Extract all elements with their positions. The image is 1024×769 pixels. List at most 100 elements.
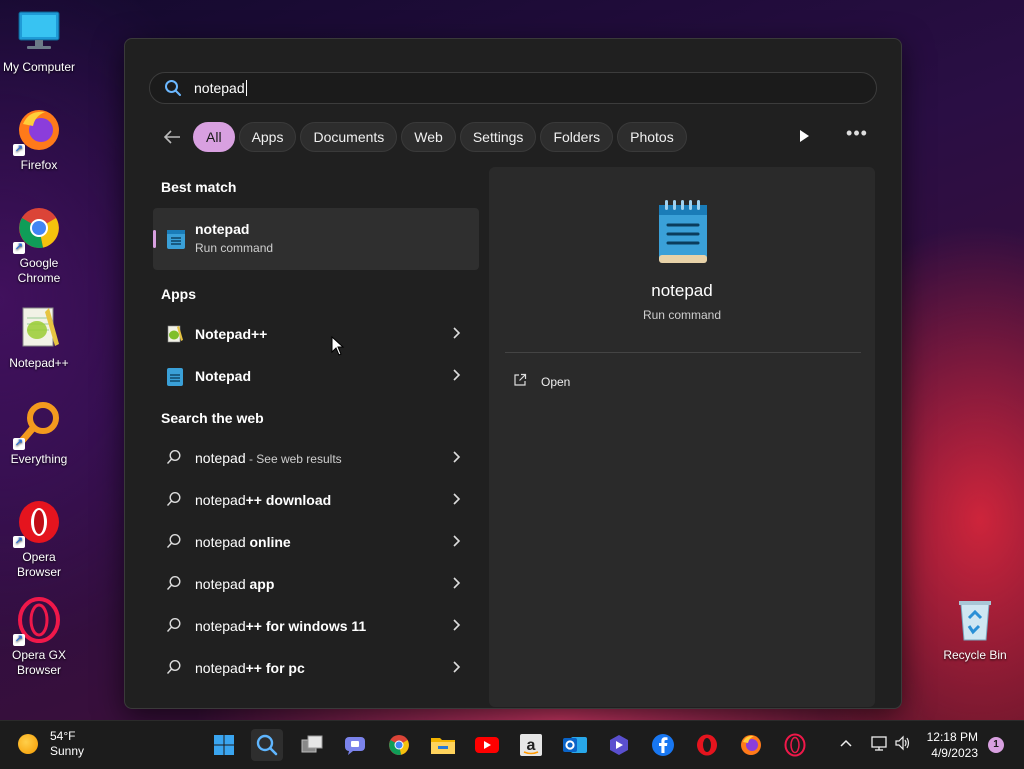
filter-chip-web[interactable]: Web <box>401 122 456 152</box>
filter-chip-documents[interactable]: Documents <box>300 122 398 152</box>
search-icon <box>164 79 182 102</box>
best-match-result[interactable]: notepad Run command <box>153 208 479 270</box>
web-result[interactable]: notepad++ for windows 11 <box>153 606 479 646</box>
volume-icon[interactable] <box>894 735 912 754</box>
web-result-completion: ++ download <box>245 492 332 508</box>
notepad-plus-plus-icon <box>15 304 63 352</box>
open-action[interactable]: Open <box>513 373 570 390</box>
search-icon[interactable] <box>251 729 283 761</box>
apps-heading: Apps <box>161 286 196 302</box>
chevron-right-icon[interactable] <box>451 368 461 387</box>
chevron-right-icon[interactable] <box>451 450 461 469</box>
preview-title: notepad <box>651 281 713 300</box>
clipchamp-icon[interactable] <box>603 729 635 761</box>
play-icon[interactable] <box>793 125 815 147</box>
recycle-bin-icon <box>951 596 999 644</box>
clock-time: 12:18 PM <box>926 730 978 744</box>
desktop-icon-recycle-bin[interactable]: Recycle Bin <box>937 596 1013 663</box>
filter-chip-photos[interactable]: Photos <box>617 122 687 152</box>
desktop-icon-opera-gx-browser[interactable]: ↗ Opera GX Browser <box>1 596 77 678</box>
outlook-icon[interactable] <box>559 729 591 761</box>
filter-chip-folders[interactable]: Folders <box>540 122 614 152</box>
facebook-icon[interactable] <box>647 729 679 761</box>
web-result[interactable]: notepad++ for pc <box>153 648 479 688</box>
search-icon <box>166 491 182 512</box>
filter-chip-all[interactable]: All <box>193 122 235 152</box>
sun-icon <box>18 734 38 754</box>
web-result[interactable]: notepad - See web results <box>153 438 479 478</box>
desktop-icon-firefox[interactable]: ↗ Firefox <box>1 106 77 173</box>
chevron-right-icon[interactable] <box>451 618 461 637</box>
notepad-plus-plus-icon <box>166 325 184 348</box>
chevron-right-icon[interactable] <box>451 326 461 345</box>
web-result-completion: online <box>245 534 291 550</box>
weather-temperature: 54°F <box>50 729 76 743</box>
firefox-icon[interactable] <box>735 729 767 761</box>
search-query-text: notepad <box>194 80 245 96</box>
chevron-right-icon[interactable] <box>451 576 461 595</box>
firefox-icon: ↗ <box>13 106 63 156</box>
weather-description: Sunny <box>50 744 85 758</box>
best-match-heading: Best match <box>161 179 237 195</box>
desktop-icon-label: Firefox <box>20 158 58 172</box>
chevron-right-icon[interactable] <box>451 660 461 679</box>
weather-widget[interactable]: 54°F Sunny <box>18 729 84 759</box>
opera-icon[interactable] <box>691 729 723 761</box>
chat-icon[interactable] <box>339 729 371 761</box>
web-result-query: notepad <box>195 492 246 508</box>
web-result-completion: app <box>245 576 275 592</box>
web-result-hint: - See web results <box>245 452 342 466</box>
open-external-icon <box>513 373 527 390</box>
svg-text:a: a <box>527 737 536 754</box>
desktop-icon-label: Notepad++ <box>9 356 69 370</box>
selection-accent <box>153 230 156 248</box>
desktop-icon-label: Google Chrome <box>17 256 61 285</box>
chevron-right-icon[interactable] <box>451 492 461 511</box>
search-input[interactable]: notepad <box>149 72 877 104</box>
web-result-completion: ++ for windows 11 <box>245 618 367 634</box>
start-icon[interactable] <box>208 729 240 761</box>
desktop-icon-google-chrome[interactable]: ↗ Google Chrome <box>1 204 77 286</box>
filter-chip-apps[interactable]: Apps <box>238 122 297 152</box>
result-preview-pane: notepad Run command Open <box>489 167 875 707</box>
filter-chip-settings[interactable]: Settings <box>459 122 537 152</box>
notification-badge[interactable]: 1 <box>988 737 1004 753</box>
app-result-notepad[interactable]: Notepad <box>153 356 479 396</box>
notepad-icon <box>166 228 186 255</box>
start-search-panel: notepad All Apps Documents Web Settings … <box>124 38 902 709</box>
chevron-up-icon[interactable] <box>838 735 854 754</box>
chevron-right-icon[interactable] <box>451 534 461 553</box>
notepad-icon <box>166 367 184 392</box>
web-result-query: notepad <box>195 576 246 592</box>
amazon-icon[interactable]: a <box>515 729 547 761</box>
file-explorer-icon[interactable] <box>427 729 459 761</box>
desktop-icon-label: My Computer <box>2 60 76 74</box>
notepad-icon <box>657 199 709 270</box>
back-arrow-icon[interactable] <box>161 126 183 148</box>
app-result-label: Notepad <box>195 368 251 384</box>
desktop-icon-notepad-plus-plus[interactable]: Notepad++ <box>1 304 77 371</box>
web-result[interactable]: notepad app <box>153 564 479 604</box>
app-result-notepad-plus-plus[interactable]: Notepad++ <box>153 314 479 354</box>
network-icon[interactable] <box>870 735 888 754</box>
more-options-icon[interactable]: ••• <box>845 124 869 147</box>
search-icon <box>166 449 182 470</box>
clock[interactable]: 12:18 PM 4/9/2023 <box>912 729 978 761</box>
best-match-title: notepad <box>195 221 250 237</box>
chrome-icon: ↗ <box>13 204 63 254</box>
search-web-heading: Search the web <box>161 410 264 426</box>
search-icon <box>166 659 182 680</box>
youtube-icon[interactable] <box>471 729 503 761</box>
desktop-icon-opera-browser[interactable]: ↗ Opera Browser <box>1 498 77 580</box>
divider <box>505 352 861 353</box>
chrome-icon[interactable] <box>383 729 415 761</box>
web-result[interactable]: notepad++ download <box>153 480 479 520</box>
taskbar: 54°F Sunny a 12:18 PM 4/9/2023 1 <box>0 720 1024 769</box>
web-result-query: notepad <box>195 534 246 550</box>
task-view-icon[interactable] <box>296 729 328 761</box>
clock-date: 4/9/2023 <box>931 746 978 760</box>
web-result[interactable]: notepad online <box>153 522 479 562</box>
desktop-icon-everything[interactable]: ↗ Everything <box>1 400 77 467</box>
opera-gx-icon[interactable] <box>779 729 811 761</box>
desktop-icon-my-computer[interactable]: My Computer <box>1 8 77 75</box>
